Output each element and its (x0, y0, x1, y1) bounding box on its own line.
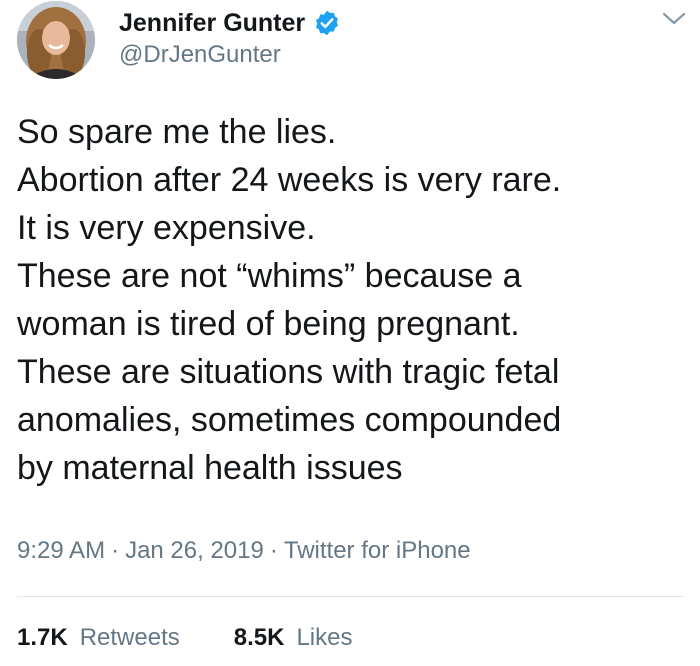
tweet-text-line: It is very expensive. (17, 209, 316, 247)
tweet-card: Jennifer Gunter @DrJenGunter So spare me… (0, 0, 700, 666)
retweets-label: Retweets (79, 624, 180, 651)
likes-count: 8.5K (233, 624, 285, 651)
tweet-time[interactable]: 9:29 AM (17, 537, 105, 564)
likes-label: Likes (296, 624, 353, 651)
user-handle[interactable]: @DrJenGunter (119, 41, 281, 69)
verified-badge-icon (313, 9, 341, 37)
name-row: Jennifer Gunter (119, 6, 341, 40)
tweet-text-line: Abortion after 24 weeks is very rare. (17, 161, 562, 199)
meta-separator: · (111, 537, 120, 564)
avatar[interactable] (17, 1, 95, 79)
likes-stat[interactable]: 8.5K Likes (234, 624, 353, 652)
chevron-down-icon[interactable] (661, 10, 687, 28)
tweet-header: Jennifer Gunter @DrJenGunter (17, 0, 687, 80)
display-name[interactable]: Jennifer Gunter (119, 9, 305, 38)
avatar-image (17, 1, 95, 79)
retweets-stat[interactable]: 1.7K Retweets (17, 624, 180, 652)
tweet-text: So spare me the lies. Abortion after 24 … (17, 108, 687, 492)
tweet-text-line: woman is tired of being pregnant. (17, 305, 520, 343)
tweet-stats: 1.7K Retweets 8.5K Likes (17, 624, 406, 652)
meta-separator: · (269, 537, 278, 564)
divider (17, 596, 683, 597)
retweets-count: 1.7K (17, 624, 68, 651)
tweet-text-line: anomalies, sometimes compounded (17, 401, 562, 439)
tweet-source[interactable]: Twitter for iPhone (284, 537, 471, 564)
tweet-meta: 9:29 AM · Jan 26, 2019 · Twitter for iPhone (17, 537, 471, 565)
tweet-text-line: These are situations with tragic fetal (17, 353, 560, 391)
tweet-text-line: These are not “whims” because a (17, 257, 522, 295)
tweet-text-line: So spare me the lies. (17, 113, 337, 151)
tweet-date[interactable]: Jan 26, 2019 (125, 537, 264, 564)
tweet-text-line: by maternal health issues (17, 449, 403, 487)
